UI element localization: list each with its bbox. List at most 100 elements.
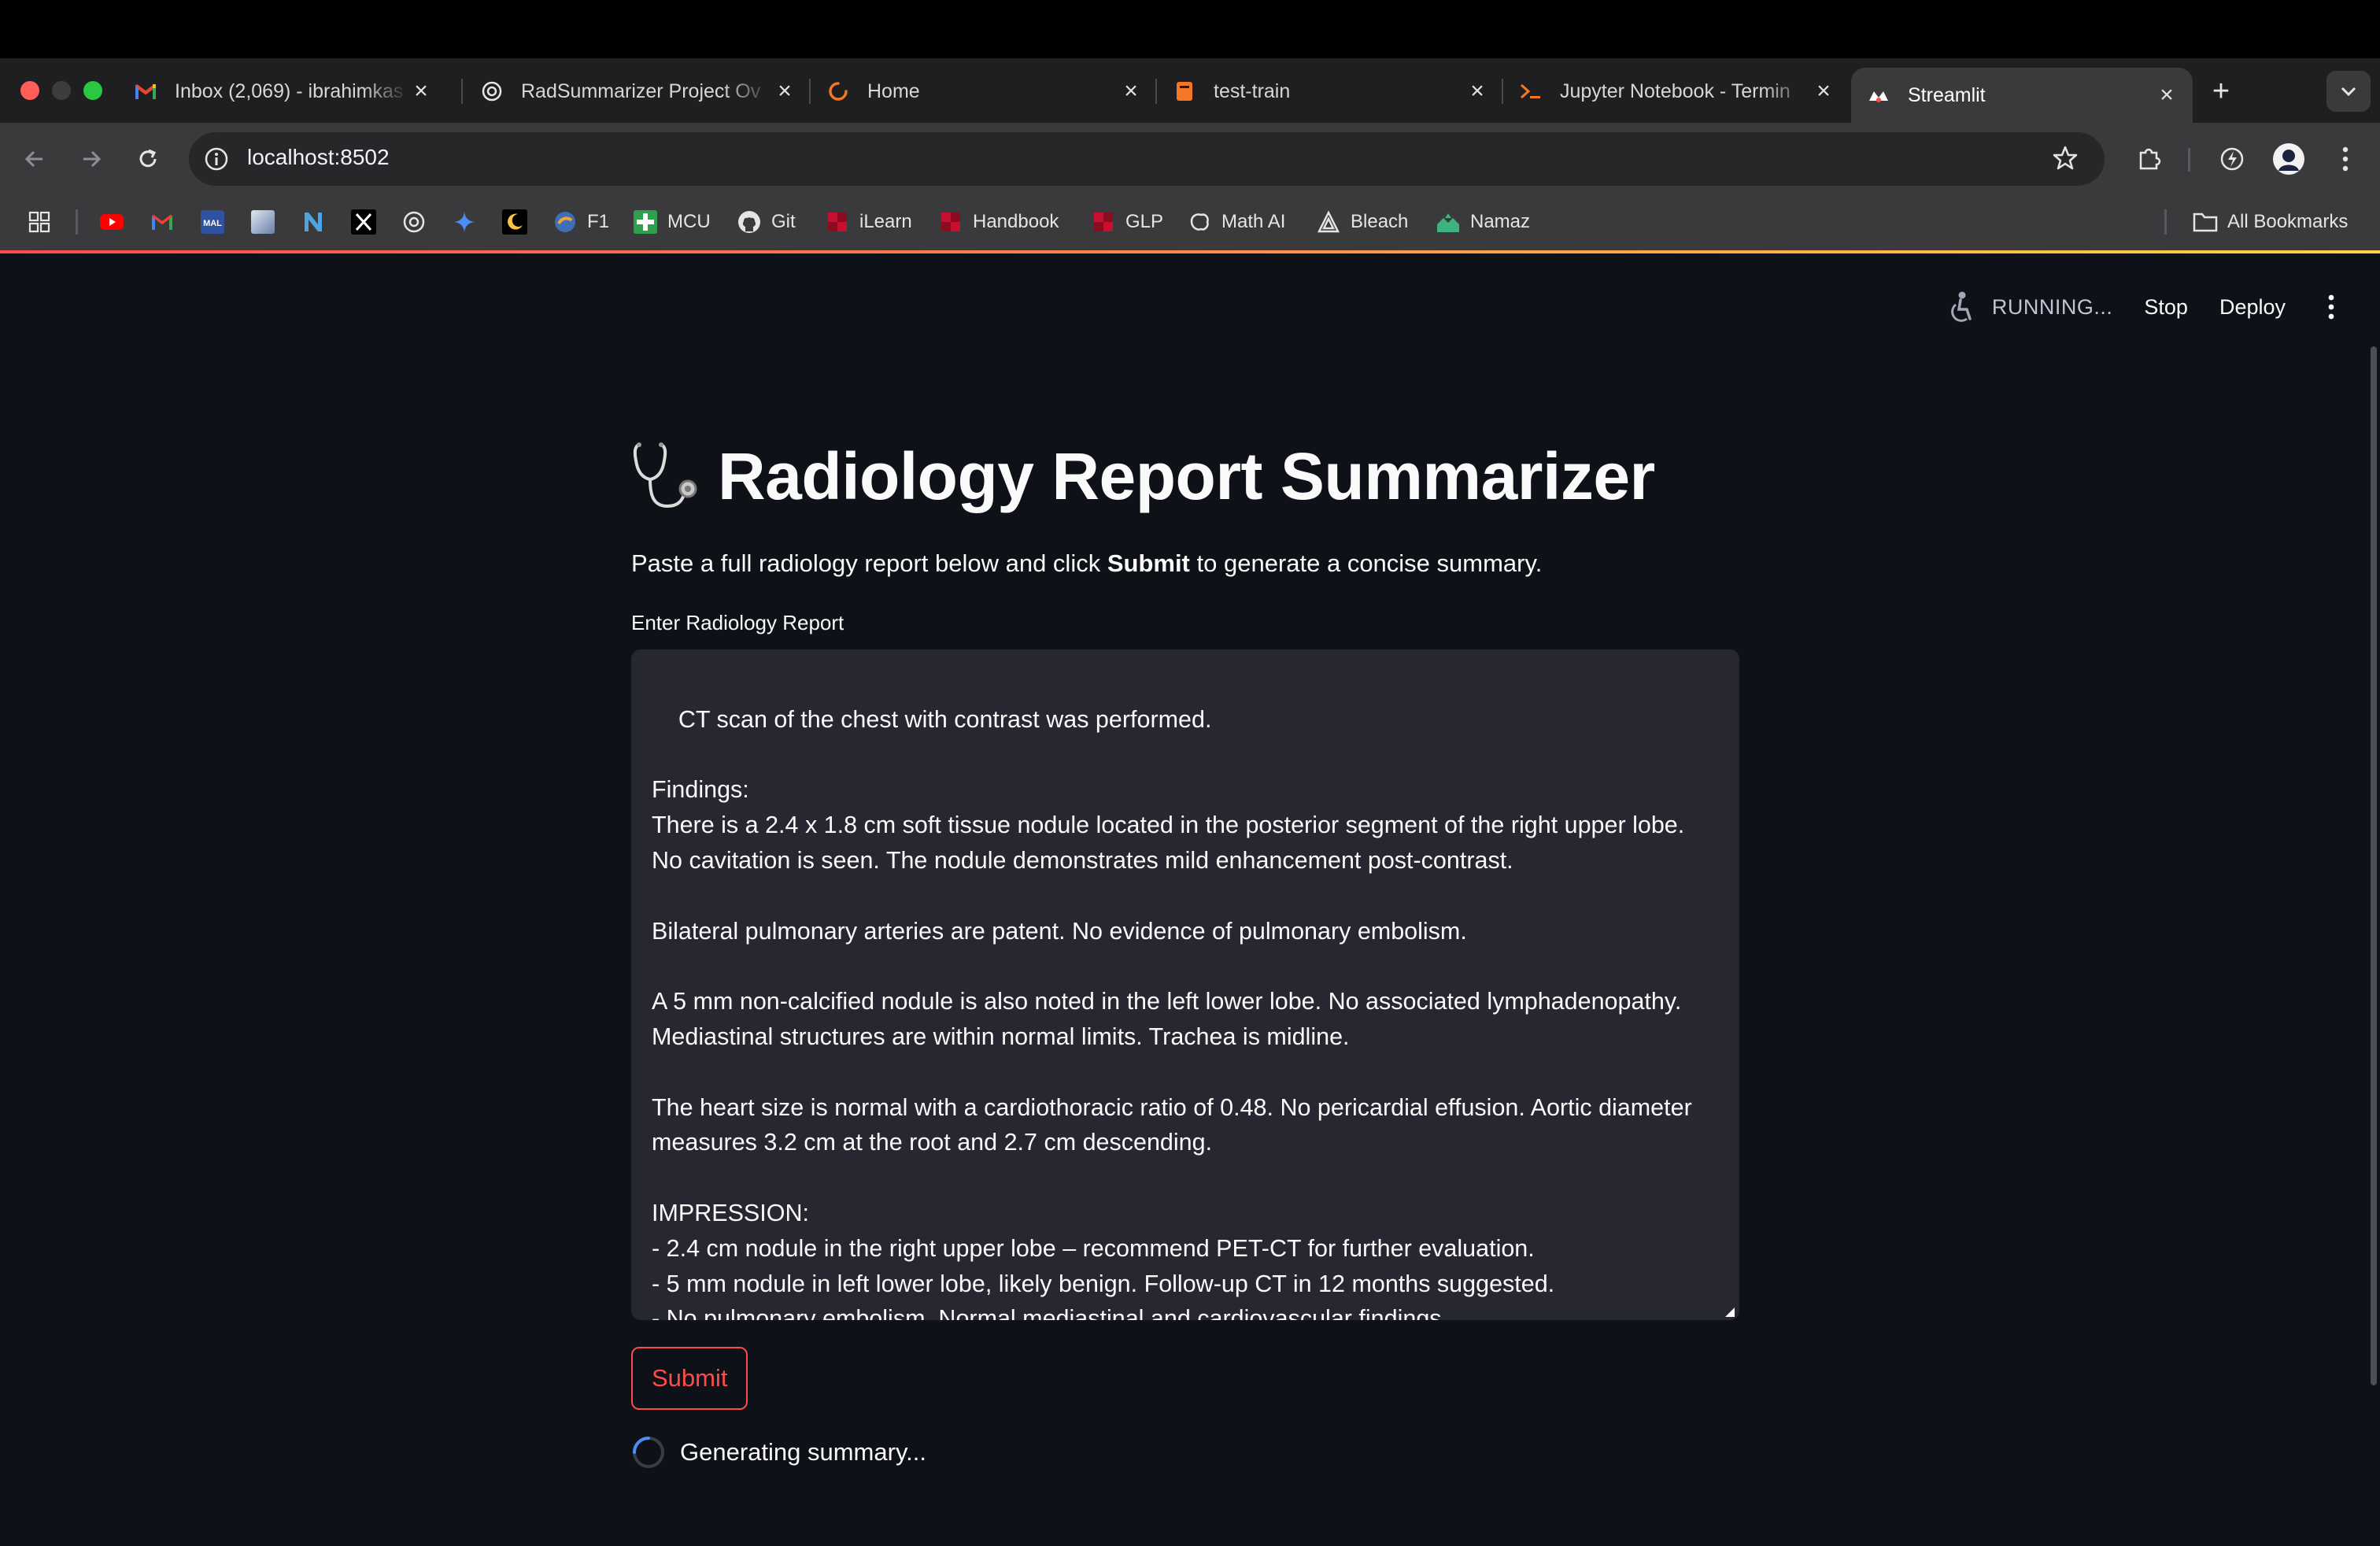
tab-test-train[interactable]: test-train × (1157, 69, 1503, 113)
chatgpt-icon (480, 80, 504, 103)
notebook-icon (1173, 80, 1196, 103)
all-bookmarks-button[interactable]: All Bookmarks (2193, 206, 2348, 238)
svg-text:MAL: MAL (203, 219, 222, 228)
apps-button[interactable] (27, 206, 52, 238)
bookmark-x[interactable] (351, 206, 376, 238)
bookmark-youtube[interactable] (99, 206, 124, 238)
description-text: to generate a concise summary. (1189, 549, 1543, 577)
notion-icon (301, 209, 326, 235)
tab-gmail[interactable]: Inbox (2,069) - ibrahimkas × (118, 69, 447, 113)
bookmark-ilearn[interactable]: iLearn (825, 206, 912, 238)
bookmark-gmail[interactable] (150, 206, 175, 238)
bookmark-label: Namaz (1470, 211, 1531, 232)
bleach-icon (1316, 209, 1341, 235)
main-content: Radiology Report Summarizer Paste a full… (631, 425, 1739, 1470)
bookmark-label: Git (771, 211, 796, 232)
chevron-down-icon (2341, 87, 2356, 97)
page-scrollbar[interactable] (2371, 346, 2377, 1385)
mosque-icon (1436, 209, 1461, 235)
stop-button[interactable]: Stop (2144, 295, 2188, 320)
bookmark-label: Handbook (973, 211, 1059, 232)
running-icon (1945, 290, 1979, 324)
page-title: Radiology Report Summarizer (718, 438, 1655, 513)
bookmark-star-icon[interactable] (2051, 144, 2079, 172)
description-bold: Submit (1107, 549, 1190, 577)
site-info-icon[interactable] (203, 146, 230, 172)
page-description: Paste a full radiology report below and … (631, 546, 1739, 581)
close-tab-icon[interactable]: × (1812, 78, 1835, 104)
performance-icon[interactable] (2215, 142, 2249, 176)
spinner-text: Generating summary... (680, 1438, 926, 1466)
address-bar[interactable] (189, 132, 2105, 186)
arrow-left-icon (24, 150, 42, 168)
github-icon (737, 209, 762, 235)
profile-avatar[interactable] (2271, 142, 2306, 176)
title-row: Radiology Report Summarizer (631, 425, 1739, 527)
browser-menu-icon[interactable] (2328, 142, 2363, 176)
bookmark-moon[interactable] (502, 206, 527, 238)
bookmarks-divider (76, 209, 78, 235)
extensions-icon[interactable] (2131, 142, 2166, 176)
bookmark-math-ai[interactable]: Math AI (1187, 206, 1285, 238)
moon-icon (502, 209, 527, 235)
resize-handle-icon[interactable] (1725, 1307, 1735, 1317)
bookmark-label: F1 (587, 211, 610, 232)
app-menu-icon[interactable] (2317, 290, 2345, 324)
bookmark-handbook[interactable]: Handbook (938, 206, 1059, 238)
loading-icon (826, 80, 850, 103)
bookmark-git[interactable]: Git (737, 206, 796, 238)
tab-title: Streamlit (1908, 83, 1986, 106)
maximize-window-button[interactable] (83, 81, 102, 100)
bookmark-namaz[interactable]: Namaz (1436, 206, 1530, 238)
deploy-button[interactable]: Deploy (2219, 295, 2286, 320)
tab-streamlit[interactable]: Streamlit × (1851, 68, 2193, 123)
youtube-icon (99, 209, 124, 235)
handbook-icon (938, 209, 963, 235)
tab-title: RadSummarizer Project Ov (521, 80, 761, 102)
close-tab-icon[interactable]: × (409, 78, 433, 104)
glp-icon (1091, 209, 1116, 235)
reload-icon (139, 149, 157, 168)
bookmark-notion[interactable] (301, 206, 326, 238)
bookmarks-divider (2164, 209, 2167, 235)
reload-button[interactable] (131, 142, 165, 176)
bookmark-mcu[interactable]: MCU (633, 206, 711, 238)
close-tab-icon[interactable]: × (2155, 82, 2179, 108)
bookmark-gemini[interactable] (452, 206, 477, 238)
bookmark-mal[interactable]: MAL (200, 206, 225, 238)
back-button[interactable] (17, 142, 52, 176)
report-textarea[interactable]: CT scan of the chest with contrast was p… (631, 649, 1739, 1320)
apps-grid-icon (27, 209, 52, 235)
close-tab-icon[interactable]: × (773, 78, 796, 104)
tab-radsummarizer[interactable]: RadSummarizer Project Ov × (464, 69, 811, 113)
bookmark-label: MCU (667, 211, 711, 232)
bookmark-image[interactable] (250, 206, 275, 238)
gmail-icon (150, 209, 175, 235)
tab-home[interactable]: Home × (811, 69, 1157, 113)
mathai-icon (1187, 209, 1212, 235)
mal-icon: MAL (200, 209, 225, 235)
toolbar-divider (2188, 148, 2190, 172)
close-tab-icon[interactable]: × (1465, 78, 1489, 104)
tab-search-button[interactable] (2326, 71, 2371, 112)
submit-button[interactable]: Submit (631, 1347, 748, 1410)
gmail-icon (134, 80, 157, 103)
minimize-window-button[interactable] (52, 81, 71, 100)
bookmark-glp[interactable]: GLP (1091, 206, 1163, 238)
running-status: RUNNING... (1991, 294, 2113, 319)
bookmark-f1[interactable]: F1 (552, 206, 609, 238)
new-tab-button[interactable]: + (2204, 74, 2238, 109)
terminal-icon (1519, 80, 1543, 103)
close-window-button[interactable] (20, 81, 39, 100)
arrow-right-icon (83, 150, 102, 168)
report-text[interactable]: CT scan of the chest with contrast was p… (652, 706, 1698, 1320)
close-tab-icon[interactable]: × (1119, 78, 1143, 104)
streamlit-icon (1867, 83, 1890, 107)
bookmark-bleach[interactable]: Bleach (1316, 206, 1408, 238)
url-text[interactable]: localhost:8502 (247, 145, 390, 170)
tab-divider (461, 79, 463, 104)
tab-title: Home (867, 80, 920, 102)
bookmark-chatgpt[interactable] (401, 206, 427, 238)
tab-jupyter-terminal[interactable]: Jupyter Notebook - Termin × (1503, 69, 1850, 113)
forward-button[interactable] (74, 142, 109, 176)
